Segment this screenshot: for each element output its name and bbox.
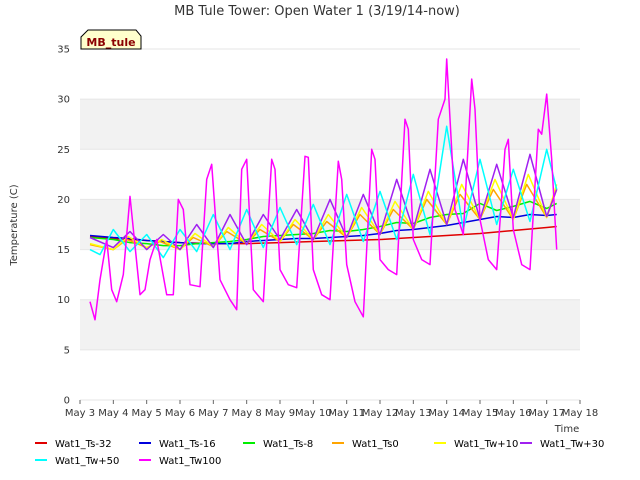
grid-band bbox=[80, 299, 580, 350]
y-tick-label: 10 bbox=[57, 295, 70, 306]
y-tick-label: 20 bbox=[57, 195, 70, 206]
x-tick-label: May 16 bbox=[495, 408, 532, 419]
x-tick-label: May 12 bbox=[362, 408, 399, 419]
x-tick-label: May 13 bbox=[395, 408, 432, 419]
x-tick-label: May 14 bbox=[428, 408, 465, 419]
x-tick-label: May 17 bbox=[528, 408, 565, 419]
x-tick-label: May 7 bbox=[198, 408, 228, 419]
x-tick-label: May 3 bbox=[65, 408, 95, 419]
grid-band bbox=[80, 99, 580, 150]
legend-label: Wat1_Tw100 bbox=[159, 456, 221, 467]
x-axis-ticks: May 3 May 4 May 5 May 6 May 7 May 8 May 9 May 1… bbox=[65, 400, 598, 419]
legend-label: Wat1_Ts-8 bbox=[263, 439, 313, 450]
y-axis-label: Temperature (C) bbox=[9, 184, 20, 266]
legend-label: Wat1_Tw+50 bbox=[55, 456, 119, 467]
x-tick-label: May 15 bbox=[462, 408, 499, 419]
x-tick-label: May 5 bbox=[132, 408, 162, 419]
y-tick-label: 25 bbox=[57, 145, 70, 156]
station-badge-label: MB_tule bbox=[86, 36, 135, 49]
y-tick-label: 15 bbox=[57, 245, 70, 256]
legend-label: Wat1_Tw+10 bbox=[454, 439, 518, 450]
y-tick-label: 0 bbox=[64, 396, 70, 407]
legend-label: Wat1_Tw+30 bbox=[540, 439, 604, 450]
station-badge: MB_tule bbox=[80, 29, 142, 50]
legend-label: Wat1_Ts-32 bbox=[55, 439, 112, 450]
legend: Wat1_Ts-32 Wat1_Ts-16 Wat1_Ts-8 Wat1_Ts0 Wat… bbox=[35, 439, 604, 467]
x-tick-label: May 6 bbox=[165, 408, 195, 419]
x-tick-label: May 4 bbox=[98, 408, 128, 419]
legend-label: Wat1_Ts0 bbox=[352, 439, 399, 450]
x-tick-label: May 18 bbox=[562, 408, 599, 419]
x-tick-label: May 9 bbox=[265, 408, 295, 419]
x-tick-label: May 11 bbox=[328, 408, 365, 419]
x-tick-label: May 10 bbox=[295, 408, 332, 419]
x-axis-label: Time bbox=[554, 424, 579, 435]
legend-label: Wat1_Ts-16 bbox=[159, 439, 216, 450]
temperature-line-chart: MB Tule Tower: Open Water 1 (3/19/14-now… bbox=[9, 4, 604, 467]
chart-title: MB Tule Tower: Open Water 1 (3/19/14-now… bbox=[174, 4, 460, 19]
y-tick-label: 30 bbox=[57, 95, 70, 106]
x-tick-label: May 8 bbox=[232, 408, 262, 419]
y-axis-ticks: 0 5 10 15 20 25 30 35 bbox=[57, 45, 70, 407]
y-tick-label: 5 bbox=[64, 345, 70, 356]
y-tick-label: 35 bbox=[57, 45, 70, 56]
